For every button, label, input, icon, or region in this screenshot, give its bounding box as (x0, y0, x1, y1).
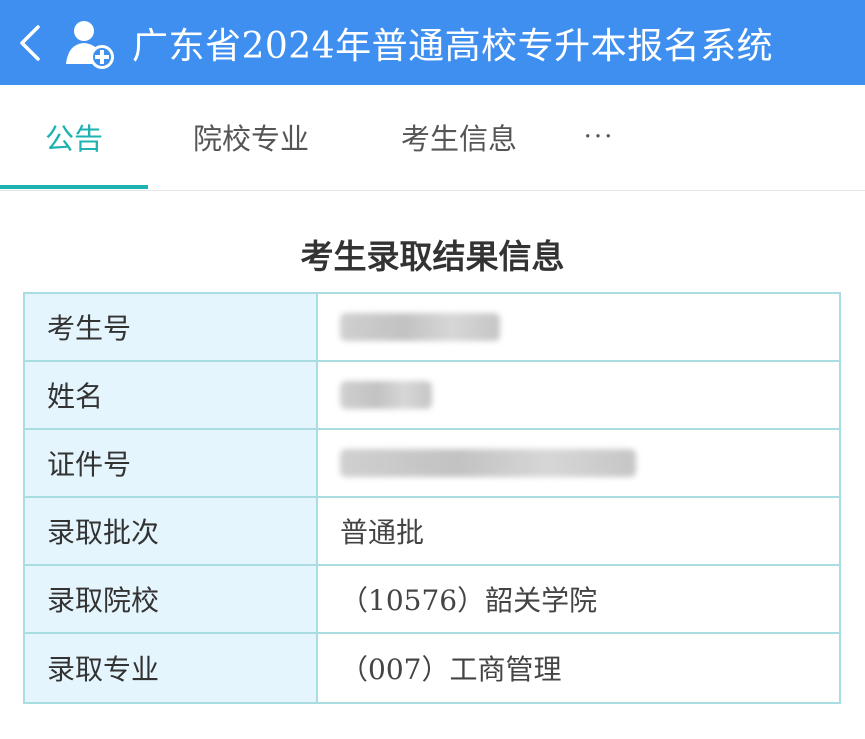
row-label-admission-batch: 录取批次 (25, 498, 318, 564)
tab-bar: 公告 院校专业 考生信息 ··· (0, 85, 865, 191)
row-label-id-number: 证件号 (25, 430, 318, 496)
table-row: 考生号 (25, 294, 839, 362)
redacted-candidate-number (340, 313, 500, 341)
back-button[interactable] (0, 0, 60, 85)
table-row: 姓名 (25, 362, 839, 430)
row-value-id-number (318, 430, 839, 496)
table-row: 录取院校 （10576）韶关学院 (25, 566, 839, 634)
app-title: 广东省2024年普通高校专升本报名系统 (132, 25, 774, 67)
tab-candidate-info[interactable]: 考生信息 (354, 85, 564, 189)
row-value-admission-major: （007）工商管理 (318, 634, 839, 702)
page-title: 考生录取结果信息 (300, 237, 565, 276)
table-row: 录取批次 普通批 (25, 498, 839, 566)
row-label-admission-school: 录取院校 (25, 566, 318, 632)
result-table: 考生号 姓名 证件号 录取批次 普通批 录取院校 （10576）韶关学院 录取专… (23, 292, 841, 704)
row-label-candidate-number: 考生号 (25, 294, 318, 360)
tab-more[interactable]: ··· (564, 85, 634, 189)
chevron-left-icon (20, 24, 40, 61)
tab-announcement[interactable]: 公告 (0, 85, 148, 189)
top-bar: 广东省2024年普通高校专升本报名系统 (0, 0, 865, 85)
tab-schools-majors[interactable]: 院校专业 (148, 85, 354, 189)
row-value-admission-school: （10576）韶关学院 (318, 566, 839, 632)
row-label-name: 姓名 (25, 362, 318, 428)
table-row: 证件号 (25, 430, 839, 498)
redacted-id-number (340, 449, 636, 477)
row-value-candidate-number (318, 294, 839, 360)
user-add-icon (66, 20, 114, 69)
row-value-name (318, 362, 839, 428)
row-value-admission-batch: 普通批 (318, 498, 839, 564)
redacted-name (340, 381, 432, 409)
row-label-admission-major: 录取专业 (25, 634, 318, 702)
table-row: 录取专业 （007）工商管理 (25, 634, 839, 702)
